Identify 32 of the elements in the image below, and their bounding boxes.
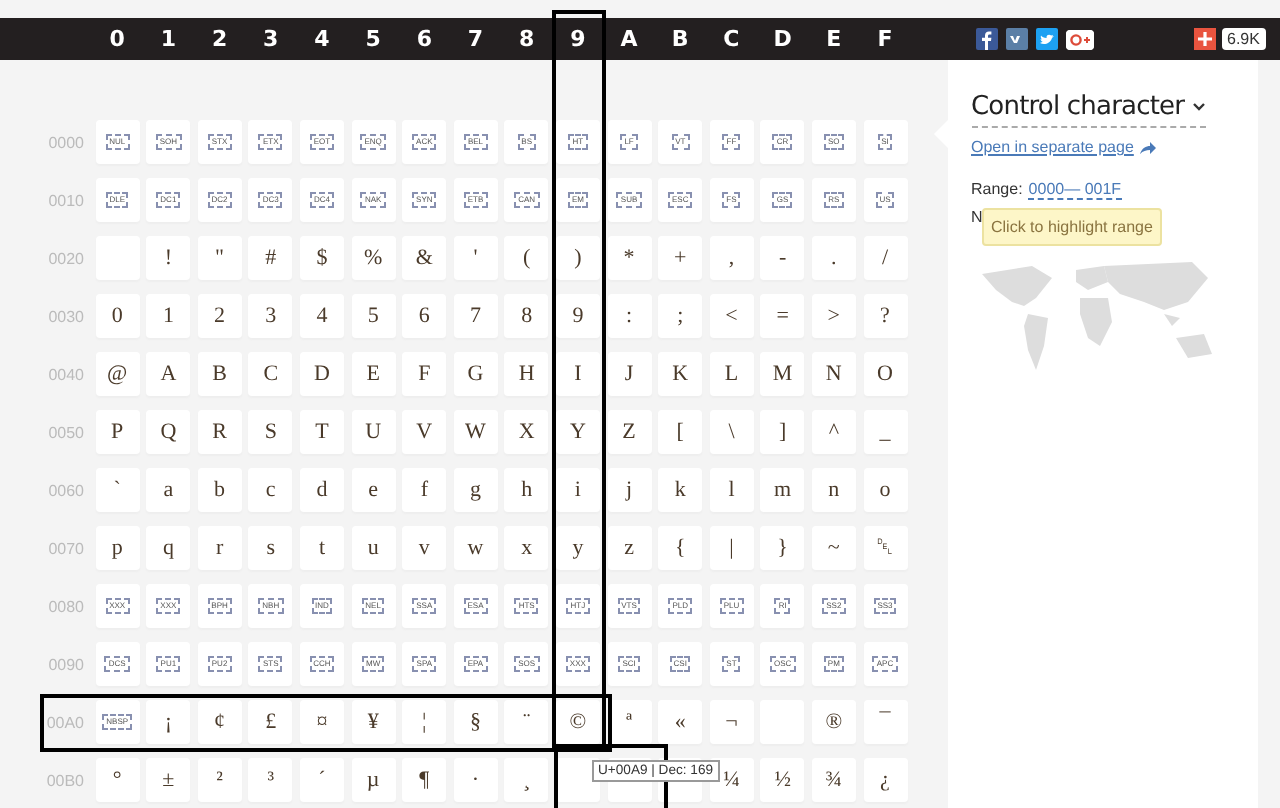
row-label: 0080 <box>46 597 86 615</box>
row-label: 0020 <box>46 249 86 267</box>
row-label: 0060 <box>46 481 86 499</box>
column-header: A <box>618 26 640 52</box>
column-header: 6 <box>414 26 434 52</box>
row-label: 00B0 <box>44 771 86 789</box>
column-header: 8 <box>517 26 537 52</box>
row-label: 0050 <box>46 423 86 441</box>
range-label: Range: <box>971 180 1023 200</box>
note-text: N <box>971 208 985 226</box>
row-label: 0040 <box>46 365 86 383</box>
column-header: B <box>669 26 691 52</box>
row-label: 0010 <box>46 191 86 209</box>
column-header: C <box>721 26 742 52</box>
column-header: 2 <box>209 26 230 52</box>
column-header: D <box>771 26 794 52</box>
column-header: 0 <box>107 26 127 52</box>
column-header: 1 <box>158 26 179 52</box>
share-count: 6.9K <box>1221 28 1266 50</box>
column-header: 5 <box>363 26 383 52</box>
row-label: 00A0 <box>44 713 86 731</box>
column-header: 4 <box>312 26 332 52</box>
tooltip: Click to highlight range <box>981 208 1163 246</box>
row-label: 0000 <box>46 133 86 151</box>
column-header: 9 <box>568 26 588 52</box>
column-header: 3 <box>261 26 281 52</box>
row-label: 0030 <box>46 307 86 325</box>
column-header: E <box>824 26 844 52</box>
row-label: 0090 <box>46 655 86 673</box>
row-label: 0070 <box>46 539 86 557</box>
column-header: F <box>875 26 895 52</box>
column-header: 7 <box>465 26 486 52</box>
